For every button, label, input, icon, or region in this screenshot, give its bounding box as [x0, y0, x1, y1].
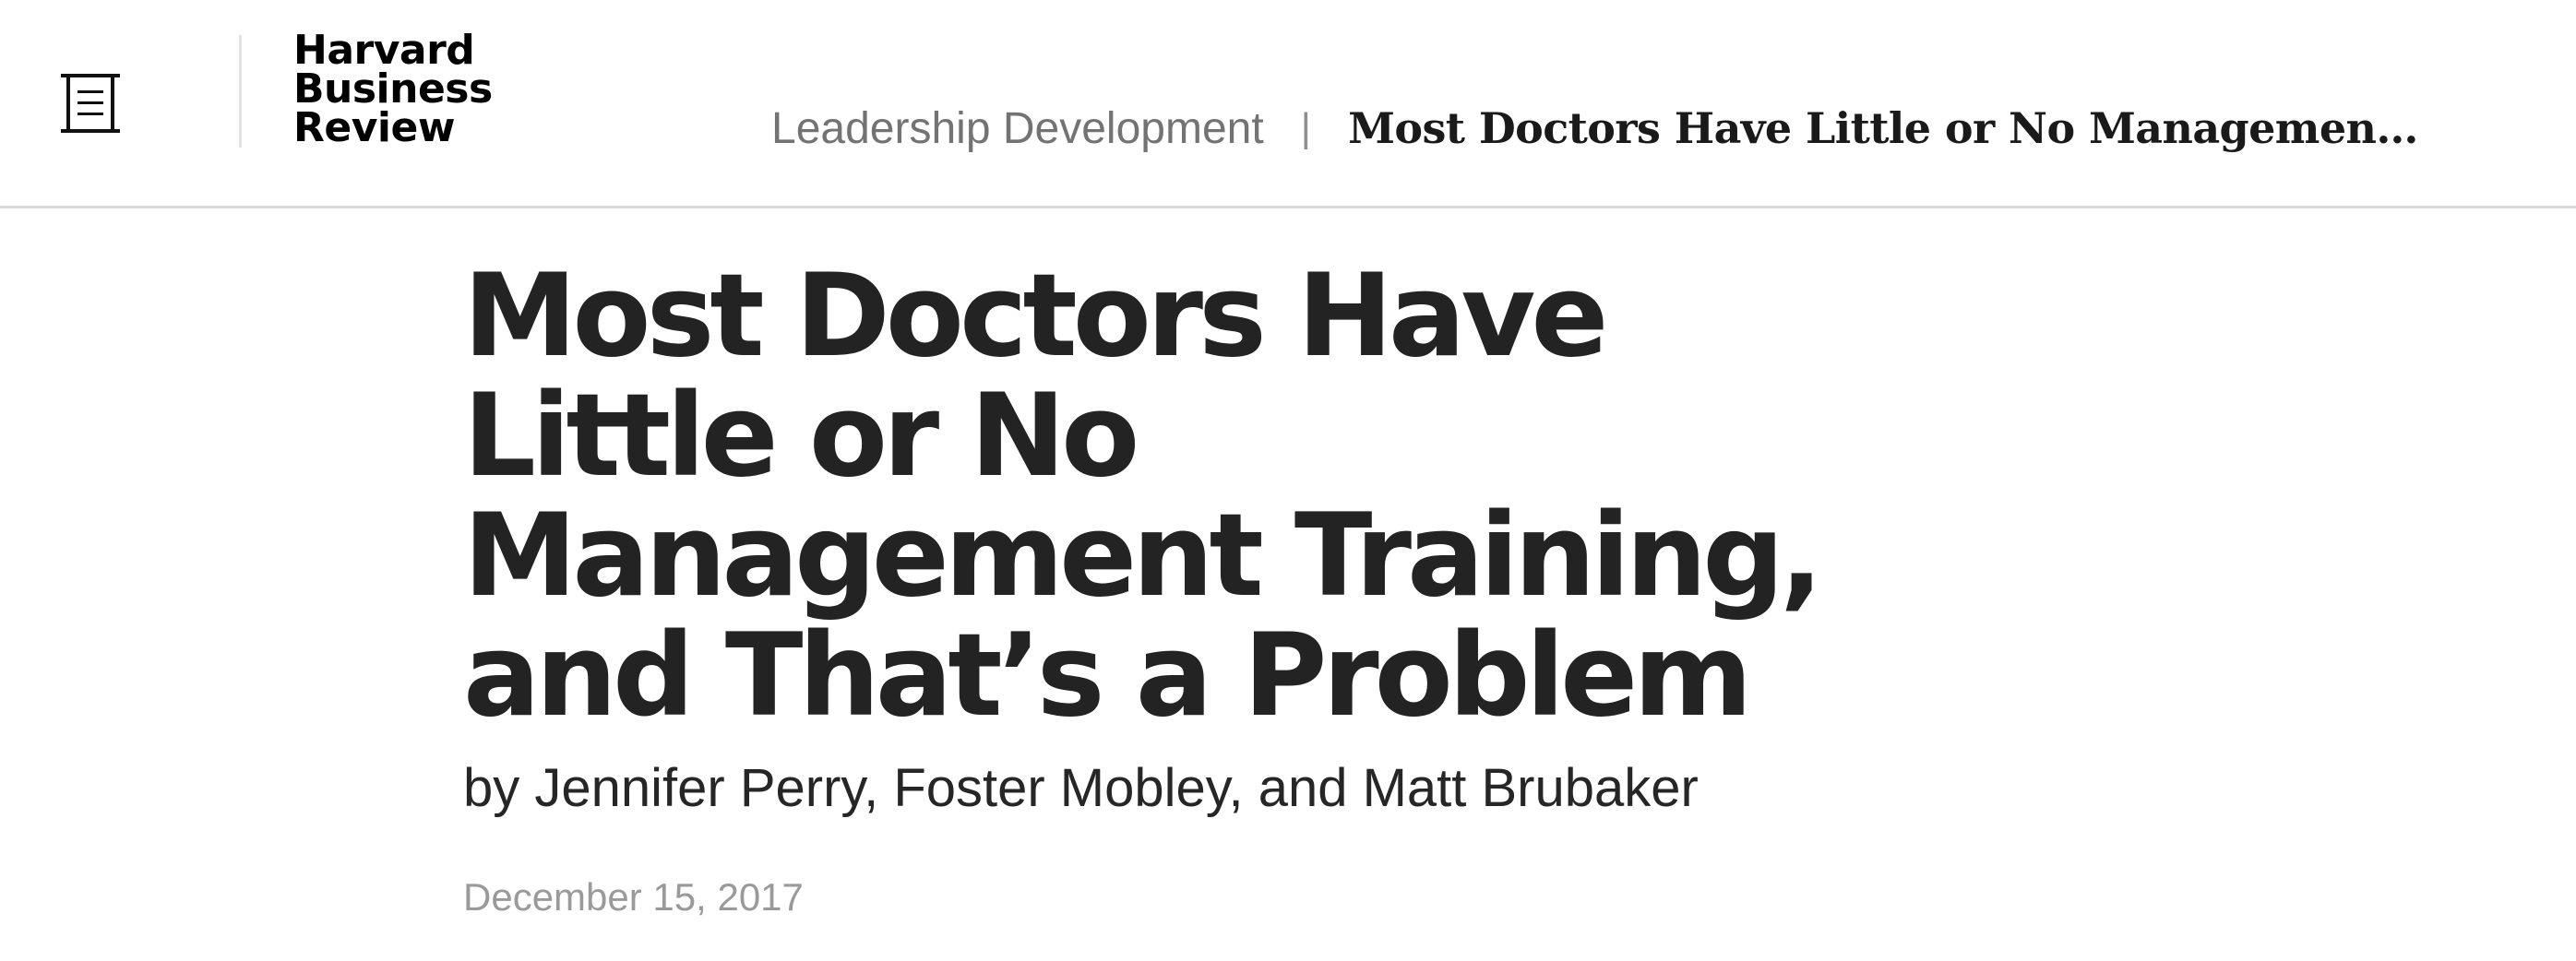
breadcrumb-article-title: Most Doctors Have Little or No Managemen…: [1348, 103, 2433, 153]
menu-icon: [61, 74, 120, 133]
hbr-logo[interactable]: Harvard Business Review: [293, 27, 493, 151]
logo-line-business: Business: [293, 65, 493, 113]
header-divider: [239, 35, 242, 148]
breadcrumb: Leadership Development | Most Doctors Ha…: [771, 96, 2433, 160]
menu-button[interactable]: [48, 66, 133, 142]
breadcrumb-section-link[interactable]: Leadership Development: [771, 103, 1264, 154]
site-header: Harvard Business Review Leadership Devel…: [0, 0, 2576, 208]
breadcrumb-separator: |: [1300, 105, 1312, 150]
logo-line-review: Review: [293, 104, 455, 151]
article-byline: by Jennifer Perry, Foster Mobley, and Ma…: [463, 758, 1699, 818]
logo-line-harvard: Harvard: [293, 27, 475, 74]
article-title: Most Doctors Have Little or No Managemen…: [463, 250, 1823, 742]
publication-date: December 15, 2017: [463, 875, 804, 919]
